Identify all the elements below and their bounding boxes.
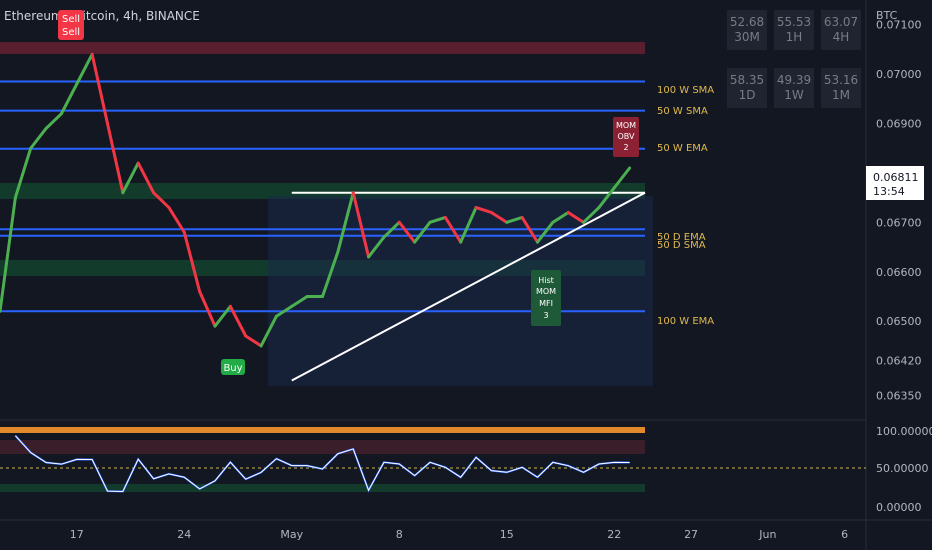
x-tick-label: May	[280, 528, 303, 541]
lower-axis-label: 100.00000	[876, 425, 932, 438]
svg-text:MOM: MOM	[536, 287, 556, 296]
x-tick-label: 6	[841, 528, 848, 541]
y-tick-label: 0.07100	[876, 19, 922, 32]
lower-axis-label: 50.00000	[876, 462, 929, 475]
price-segment	[59, 82, 79, 116]
y-tick-label: 0.06900	[876, 118, 922, 131]
y-tick-label: 0.06420	[876, 355, 922, 368]
resistance-zone	[0, 42, 645, 54]
y-tick-label: 0.06500	[876, 315, 922, 328]
y-tick-label: 0.07000	[876, 68, 922, 81]
label-50w-sma: 50 W SMA	[657, 106, 708, 117]
price-chart[interactable]: 100 W SMA 50 W SMA 50 W EMA 50 D EMA 50 …	[0, 0, 932, 550]
label-100w-ema: 100 W EMA	[657, 316, 714, 327]
label-50d-sma: 50 D SMA	[657, 240, 706, 251]
x-tick-label: 15	[500, 528, 514, 541]
svg-text:MOM: MOM	[616, 121, 636, 130]
price-segment	[0, 196, 17, 313]
sell-label: Sell	[62, 14, 80, 25]
svg-text:Hist: Hist	[538, 276, 554, 285]
oversold-zone	[0, 484, 645, 492]
heat-strip	[0, 427, 645, 433]
x-tick-label: Jun	[758, 528, 776, 541]
svg-text:MFI: MFI	[539, 299, 553, 308]
price-segment	[106, 122, 125, 195]
sell-label: Sell	[62, 27, 80, 38]
x-tick-label: 24	[177, 528, 191, 541]
price-segment	[244, 334, 263, 348]
mom-obv-signal: MOM OBV 2	[613, 117, 639, 157]
label-50w-ema: 50 W EMA	[657, 143, 708, 154]
price-segment	[198, 290, 217, 328]
price-segment	[75, 52, 94, 86]
x-tick-label: 22	[607, 528, 621, 541]
price-segment	[213, 304, 232, 328]
label-100w-sma: 100 W SMA	[657, 85, 714, 96]
x-tick-label: 27	[684, 528, 698, 541]
x-axis-ticks: 17 24 May 8 15 22 27 Jun 6	[70, 528, 848, 541]
x-tick-label: 17	[70, 528, 84, 541]
y-tick-label: 0.06600	[876, 266, 922, 279]
svg-text:3: 3	[543, 311, 548, 320]
y-tick-label: 0.06350	[876, 389, 922, 402]
hist-mom-signal: Hist MOM MFI 3	[531, 270, 561, 326]
buy-label: Buy	[223, 363, 242, 374]
buy-signal: Buy	[221, 359, 245, 375]
lower-axis-label: 0.00000	[876, 501, 922, 514]
last-price: 0.06811	[873, 171, 919, 184]
price-segment	[90, 52, 109, 126]
y-axis-ticks: 0.07100 0.07000 0.06900 0.06700 0.06600 0.065…	[876, 19, 922, 403]
price-segment	[44, 112, 63, 130]
overbought-zone	[0, 440, 645, 454]
svg-text:2: 2	[623, 143, 628, 152]
svg-text:OBV: OBV	[617, 132, 635, 141]
x-tick-label: 8	[396, 528, 403, 541]
y-tick-label: 0.06700	[876, 216, 922, 229]
candle-countdown: 13:54	[873, 185, 905, 198]
last-price-tag: 0.06811 13:54	[866, 166, 924, 200]
sell-signal: Sell Sell	[58, 10, 84, 40]
price-segment	[29, 126, 48, 150]
